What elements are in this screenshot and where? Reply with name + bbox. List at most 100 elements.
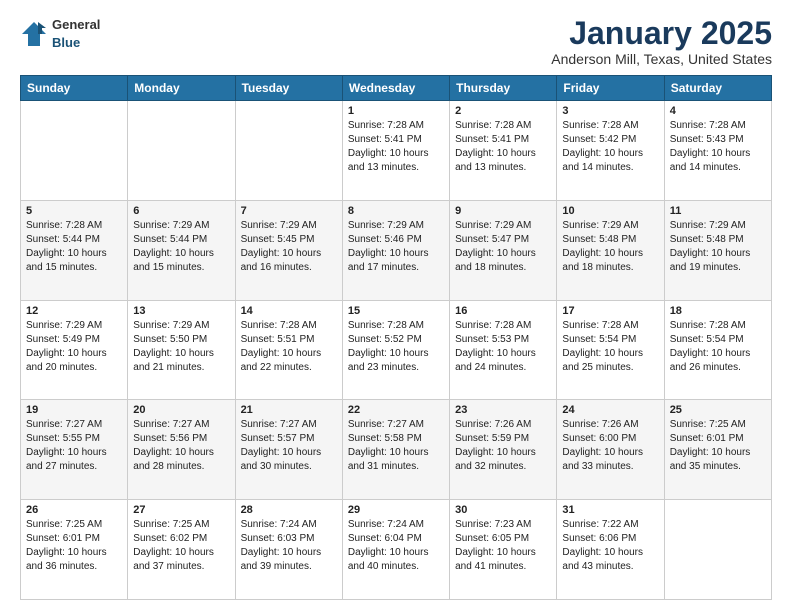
day-number: 27	[133, 504, 229, 516]
calendar-cell	[235, 101, 342, 201]
day-info: Sunrise: 7:28 AM Sunset: 5:54 PM Dayligh…	[562, 319, 658, 375]
logo-text: General Blue	[52, 16, 100, 52]
day-number: 19	[26, 404, 122, 416]
day-info: Sunrise: 7:25 AM Sunset: 6:01 PM Dayligh…	[26, 518, 122, 574]
day-number: 2	[455, 105, 551, 117]
day-number: 12	[26, 305, 122, 317]
day-number: 11	[670, 205, 766, 217]
day-info: Sunrise: 7:28 AM Sunset: 5:53 PM Dayligh…	[455, 319, 551, 375]
day-number: 13	[133, 305, 229, 317]
calendar-cell: 13 Sunrise: 7:29 AM Sunset: 5:50 PM Dayli…	[128, 300, 235, 400]
calendar-cell: 17 Sunrise: 7:28 AM Sunset: 5:54 PM Dayli…	[557, 300, 664, 400]
day-info: Sunrise: 7:29 AM Sunset: 5:47 PM Dayligh…	[455, 219, 551, 275]
day-info: Sunrise: 7:28 AM Sunset: 5:51 PM Dayligh…	[241, 319, 337, 375]
calendar-cell: 6 Sunrise: 7:29 AM Sunset: 5:44 PM Daylig…	[128, 200, 235, 300]
calendar-subtitle: Anderson Mill, Texas, United States	[551, 51, 772, 67]
calendar-cell: 10Sunrise: 7:29 AM Sunset: 5:48 PM Dayli…	[557, 200, 664, 300]
calendar-cell: 1Sunrise: 7:28 AM Sunset: 5:41 PM Daylig…	[342, 101, 449, 201]
calendar-cell: 23 Sunrise: 7:26 AM Sunset: 5:59 PM Dayli…	[450, 400, 557, 500]
day-number: 15	[348, 305, 444, 317]
header-right: January 2025 Anderson Mill, Texas, Unite…	[551, 16, 772, 67]
calendar-cell: 31Sunrise: 7:22 AM Sunset: 6:06 PM Dayli…	[557, 500, 664, 600]
day-info: Sunrise: 7:28 AM Sunset: 5:41 PM Dayligh…	[455, 119, 551, 175]
day-info: Sunrise: 7:25 AM Sunset: 6:01 PM Dayligh…	[670, 418, 766, 474]
week-row-5: 26 Sunrise: 7:25 AM Sunset: 6:01 PM Dayli…	[21, 500, 772, 600]
day-info: Sunrise: 7:28 AM Sunset: 5:41 PM Dayligh…	[348, 119, 444, 175]
day-number: 5	[26, 205, 122, 217]
calendar-title: January 2025	[551, 16, 772, 51]
calendar-cell: 14 Sunrise: 7:28 AM Sunset: 5:51 PM Dayli…	[235, 300, 342, 400]
calendar-cell: 18Sunrise: 7:28 AM Sunset: 5:54 PM Dayli…	[664, 300, 771, 400]
day-number: 31	[562, 504, 658, 516]
calendar-cell	[21, 101, 128, 201]
calendar-cell: 28 Sunrise: 7:24 AM Sunset: 6:03 PM Dayli…	[235, 500, 342, 600]
day-info: Sunrise: 7:29 AM Sunset: 5:48 PM Dayligh…	[670, 219, 766, 275]
week-row-2: 5 Sunrise: 7:28 AM Sunset: 5:44 PM Daylig…	[21, 200, 772, 300]
calendar-cell: 3 Sunrise: 7:28 AM Sunset: 5:42 PM Daylig…	[557, 101, 664, 201]
header: General Blue January 2025 Anderson Mill,…	[20, 16, 772, 67]
day-info: Sunrise: 7:28 AM Sunset: 5:44 PM Dayligh…	[26, 219, 122, 275]
day-info: Sunrise: 7:27 AM Sunset: 5:57 PM Dayligh…	[241, 418, 337, 474]
calendar-cell: 4 Sunrise: 7:28 AM Sunset: 5:43 PM Daylig…	[664, 101, 771, 201]
day-number: 17	[562, 305, 658, 317]
day-number: 24	[562, 404, 658, 416]
day-info: Sunrise: 7:27 AM Sunset: 5:58 PM Dayligh…	[348, 418, 444, 474]
day-number: 10	[562, 205, 658, 217]
day-info: Sunrise: 7:29 AM Sunset: 5:44 PM Dayligh…	[133, 219, 229, 275]
col-saturday: Saturday	[664, 76, 771, 101]
week-row-4: 19 Sunrise: 7:27 AM Sunset: 5:55 PM Dayli…	[21, 400, 772, 500]
day-number: 30	[455, 504, 551, 516]
day-info: Sunrise: 7:27 AM Sunset: 5:56 PM Dayligh…	[133, 418, 229, 474]
day-number: 16	[455, 305, 551, 317]
calendar-cell: 30 Sunrise: 7:23 AM Sunset: 6:05 PM Dayli…	[450, 500, 557, 600]
calendar-cell: 21Sunrise: 7:27 AM Sunset: 5:57 PM Dayli…	[235, 400, 342, 500]
calendar-cell: 2 Sunrise: 7:28 AM Sunset: 5:41 PM Daylig…	[450, 101, 557, 201]
day-number: 20	[133, 404, 229, 416]
page: General Blue January 2025 Anderson Mill,…	[0, 0, 792, 612]
day-number: 6	[133, 205, 229, 217]
calendar-cell: 22 Sunrise: 7:27 AM Sunset: 5:58 PM Dayli…	[342, 400, 449, 500]
col-friday: Friday	[557, 76, 664, 101]
calendar-cell: 19 Sunrise: 7:27 AM Sunset: 5:55 PM Dayli…	[21, 400, 128, 500]
day-number: 29	[348, 504, 444, 516]
day-number: 3	[562, 105, 658, 117]
day-info: Sunrise: 7:24 AM Sunset: 6:04 PM Dayligh…	[348, 518, 444, 574]
calendar-cell: 24Sunrise: 7:26 AM Sunset: 6:00 PM Dayli…	[557, 400, 664, 500]
day-info: Sunrise: 7:28 AM Sunset: 5:43 PM Dayligh…	[670, 119, 766, 175]
calendar-cell: 11 Sunrise: 7:29 AM Sunset: 5:48 PM Dayli…	[664, 200, 771, 300]
col-sunday: Sunday	[21, 76, 128, 101]
calendar-cell	[128, 101, 235, 201]
calendar-cell	[664, 500, 771, 600]
day-number: 23	[455, 404, 551, 416]
calendar-header-row: Sunday Monday Tuesday Wednesday Thursday…	[21, 76, 772, 101]
day-number: 4	[670, 105, 766, 117]
day-info: Sunrise: 7:28 AM Sunset: 5:52 PM Dayligh…	[348, 319, 444, 375]
calendar-cell: 16 Sunrise: 7:28 AM Sunset: 5:53 PM Dayli…	[450, 300, 557, 400]
calendar-cell: 29 Sunrise: 7:24 AM Sunset: 6:04 PM Dayli…	[342, 500, 449, 600]
day-number: 8	[348, 205, 444, 217]
day-info: Sunrise: 7:29 AM Sunset: 5:50 PM Dayligh…	[133, 319, 229, 375]
day-number: 7	[241, 205, 337, 217]
week-row-1: 1Sunrise: 7:28 AM Sunset: 5:41 PM Daylig…	[21, 101, 772, 201]
day-number: 26	[26, 504, 122, 516]
calendar-cell: 5 Sunrise: 7:28 AM Sunset: 5:44 PM Daylig…	[21, 200, 128, 300]
logo-icon	[20, 20, 48, 48]
day-number: 9	[455, 205, 551, 217]
calendar-cell: 7 Sunrise: 7:29 AM Sunset: 5:45 PM Daylig…	[235, 200, 342, 300]
day-info: Sunrise: 7:29 AM Sunset: 5:45 PM Dayligh…	[241, 219, 337, 275]
day-info: Sunrise: 7:29 AM Sunset: 5:49 PM Dayligh…	[26, 319, 122, 375]
day-info: Sunrise: 7:23 AM Sunset: 6:05 PM Dayligh…	[455, 518, 551, 574]
day-number: 28	[241, 504, 337, 516]
calendar-cell: 26 Sunrise: 7:25 AM Sunset: 6:01 PM Dayli…	[21, 500, 128, 600]
calendar-cell: 12 Sunrise: 7:29 AM Sunset: 5:49 PM Dayli…	[21, 300, 128, 400]
day-info: Sunrise: 7:27 AM Sunset: 5:55 PM Dayligh…	[26, 418, 122, 474]
day-info: Sunrise: 7:28 AM Sunset: 5:42 PM Dayligh…	[562, 119, 658, 175]
calendar-table: Sunday Monday Tuesday Wednesday Thursday…	[20, 75, 772, 600]
day-number: 22	[348, 404, 444, 416]
day-info: Sunrise: 7:26 AM Sunset: 5:59 PM Dayligh…	[455, 418, 551, 474]
logo-general: General	[52, 17, 100, 32]
day-number: 14	[241, 305, 337, 317]
col-tuesday: Tuesday	[235, 76, 342, 101]
day-info: Sunrise: 7:24 AM Sunset: 6:03 PM Dayligh…	[241, 518, 337, 574]
calendar-cell: 27Sunrise: 7:25 AM Sunset: 6:02 PM Dayli…	[128, 500, 235, 600]
